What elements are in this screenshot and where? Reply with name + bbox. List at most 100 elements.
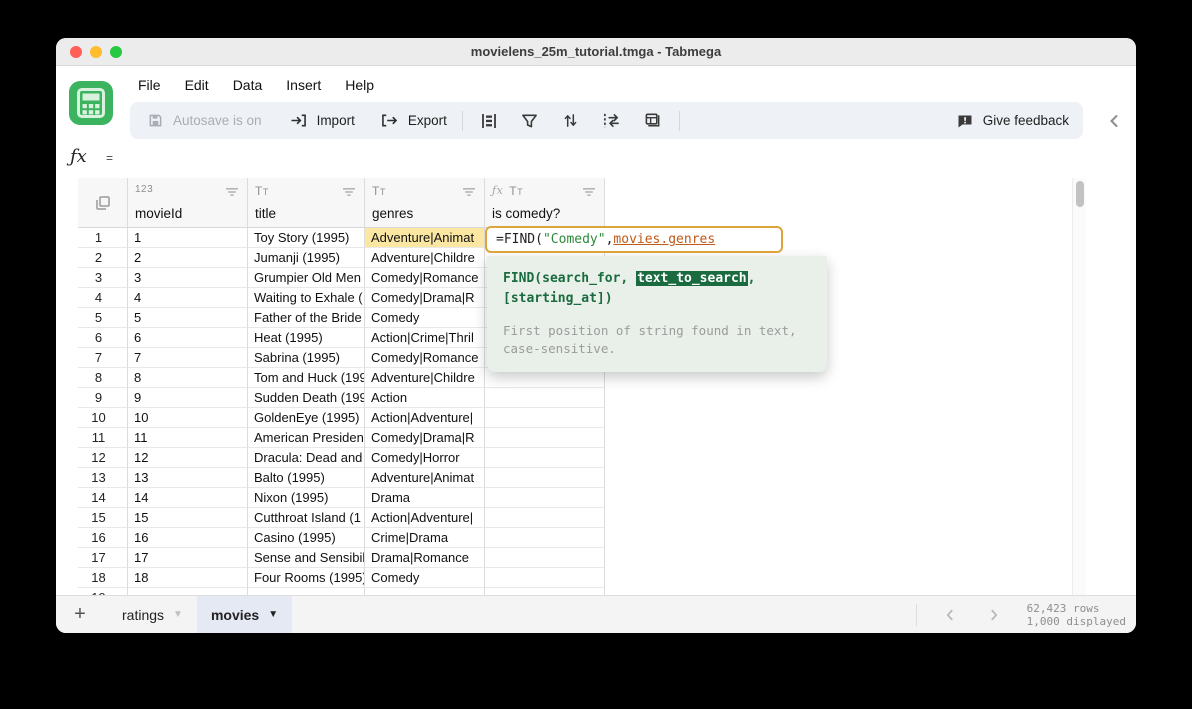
- cell-genres[interactable]: Action|Crime|Thril: [365, 328, 485, 348]
- cell-is-comedy[interactable]: [485, 568, 605, 588]
- cell-movieId[interactable]: 7: [128, 348, 248, 368]
- previous-page-chevron-icon[interactable]: [943, 608, 957, 622]
- sheet-tab-movies[interactable]: movies▼: [197, 596, 292, 634]
- cell-is-comedy[interactable]: [485, 488, 605, 508]
- menu-edit[interactable]: Edit: [185, 77, 209, 93]
- cell-genres[interactable]: Comedy|Drama|R: [365, 288, 485, 308]
- column-filter-icon[interactable]: [582, 187, 596, 197]
- filter-icon[interactable]: [519, 110, 541, 132]
- formula-cell-editor[interactable]: =FIND("Comedy",movies.genres: [485, 226, 783, 253]
- menu-insert[interactable]: Insert: [286, 77, 321, 93]
- cell-movieId[interactable]: 16: [128, 528, 248, 548]
- cell-title[interactable]: Tom and Huck (199: [248, 368, 365, 388]
- cell-movieId[interactable]: 6: [128, 328, 248, 348]
- cell-movieId[interactable]: 12: [128, 448, 248, 468]
- cell-movieId[interactable]: 15: [128, 508, 248, 528]
- scrollbar-thumb[interactable]: [1076, 181, 1084, 207]
- row-number[interactable]: 15: [78, 508, 128, 528]
- row-number[interactable]: 8: [78, 368, 128, 388]
- cell-genres[interactable]: Comedy: [365, 308, 485, 328]
- cell-genres[interactable]: Crime|Drama: [365, 528, 485, 548]
- cell-title[interactable]: Dracula: Dead and: [248, 448, 365, 468]
- column-filter-icon[interactable]: [342, 187, 356, 197]
- cell-movieId[interactable]: 18: [128, 568, 248, 588]
- tab-menu-chevron-icon[interactable]: ▼: [268, 609, 278, 620]
- column-stats-icon[interactable]: [478, 110, 500, 132]
- cell-genres[interactable]: Comedy|Horror: [365, 448, 485, 468]
- cell-is-comedy[interactable]: [485, 428, 605, 448]
- next-page-chevron-icon[interactable]: [987, 608, 1001, 622]
- formula-bar[interactable]: ƒx =: [56, 142, 1136, 176]
- cell-genres[interactable]: Comedy|Romance: [365, 348, 485, 368]
- cell-movieId[interactable]: [128, 588, 248, 595]
- cell-movieId[interactable]: 17: [128, 548, 248, 568]
- export-button[interactable]: Export: [379, 110, 447, 132]
- row-number[interactable]: 5: [78, 308, 128, 328]
- cell-genres[interactable]: Adventure|Animat: [365, 228, 485, 248]
- cell-movieId[interactable]: 13: [128, 468, 248, 488]
- cell-title[interactable]: Sabrina (1995): [248, 348, 365, 368]
- row-number[interactable]: 1: [78, 228, 128, 248]
- column-header-is-comedy-[interactable]: ƒxTTis comedy?: [485, 178, 605, 227]
- cell-genres[interactable]: Comedy|Drama|R: [365, 428, 485, 448]
- cell-title[interactable]: [248, 588, 365, 595]
- tab-menu-chevron-icon[interactable]: ▼: [173, 609, 183, 620]
- cell-genres[interactable]: Adventure|Childre: [365, 248, 485, 268]
- vertical-scrollbar[interactable]: [1072, 178, 1086, 595]
- give-feedback-button[interactable]: Give feedback: [954, 110, 1069, 132]
- cell-genres[interactable]: [365, 588, 485, 595]
- row-number[interactable]: 7: [78, 348, 128, 368]
- column-filter-icon[interactable]: [462, 187, 476, 197]
- cell-is-comedy[interactable]: [485, 528, 605, 548]
- cell-movieId[interactable]: 3: [128, 268, 248, 288]
- cell-genres[interactable]: Drama|Romance: [365, 548, 485, 568]
- column-filter-icon[interactable]: [225, 187, 239, 197]
- cell-genres[interactable]: Adventure|Childre: [365, 368, 485, 388]
- cell-movieId[interactable]: 10: [128, 408, 248, 428]
- select-all-corner[interactable]: [78, 178, 128, 227]
- cell-title[interactable]: American Presiden: [248, 428, 365, 448]
- join-icon[interactable]: [642, 110, 664, 132]
- row-number[interactable]: 14: [78, 488, 128, 508]
- title-bar[interactable]: movielens_25m_tutorial.tmga - Tabmega: [56, 38, 1136, 66]
- cell-genres[interactable]: Action: [365, 388, 485, 408]
- add-sheet-button[interactable]: +: [70, 605, 90, 625]
- menu-file[interactable]: File: [138, 77, 161, 93]
- row-number[interactable]: 9: [78, 388, 128, 408]
- cell-movieId[interactable]: 4: [128, 288, 248, 308]
- row-number[interactable]: 18: [78, 568, 128, 588]
- row-number[interactable]: 4: [78, 288, 128, 308]
- column-header-movieid[interactable]: 123movieId: [128, 178, 248, 227]
- row-number[interactable]: 16: [78, 528, 128, 548]
- cell-movieId[interactable]: 2: [128, 248, 248, 268]
- cell-title[interactable]: Waiting to Exhale (: [248, 288, 365, 308]
- transform-icon[interactable]: [601, 110, 623, 132]
- cell-title[interactable]: Nixon (1995): [248, 488, 365, 508]
- cell-is-comedy[interactable]: [485, 468, 605, 488]
- cell-title[interactable]: Toy Story (1995): [248, 228, 365, 248]
- import-button[interactable]: Import: [288, 110, 355, 132]
- cell-movieId[interactable]: 14: [128, 488, 248, 508]
- row-number[interactable]: 13: [78, 468, 128, 488]
- cell-movieId[interactable]: 9: [128, 388, 248, 408]
- column-header-genres[interactable]: TTgenres: [365, 178, 485, 227]
- menu-help[interactable]: Help: [345, 77, 374, 93]
- cell-is-comedy[interactable]: [485, 388, 605, 408]
- cell-movieId[interactable]: 8: [128, 368, 248, 388]
- cell-title[interactable]: Casino (1995): [248, 528, 365, 548]
- row-number[interactable]: 12: [78, 448, 128, 468]
- cell-is-comedy[interactable]: [485, 508, 605, 528]
- cell-title[interactable]: Grumpier Old Men: [248, 268, 365, 288]
- row-number[interactable]: 6: [78, 328, 128, 348]
- row-number[interactable]: 17: [78, 548, 128, 568]
- cell-title[interactable]: Heat (1995): [248, 328, 365, 348]
- cell-title[interactable]: Four Rooms (1995): [248, 568, 365, 588]
- cell-is-comedy[interactable]: [485, 588, 605, 595]
- cell-title[interactable]: GoldenEye (1995): [248, 408, 365, 428]
- cell-is-comedy[interactable]: [485, 408, 605, 428]
- cell-title[interactable]: Cutthroat Island (1: [248, 508, 365, 528]
- row-number[interactable]: 10: [78, 408, 128, 428]
- row-number[interactable]: 11: [78, 428, 128, 448]
- cell-genres[interactable]: Drama: [365, 488, 485, 508]
- sort-icon[interactable]: [560, 110, 582, 132]
